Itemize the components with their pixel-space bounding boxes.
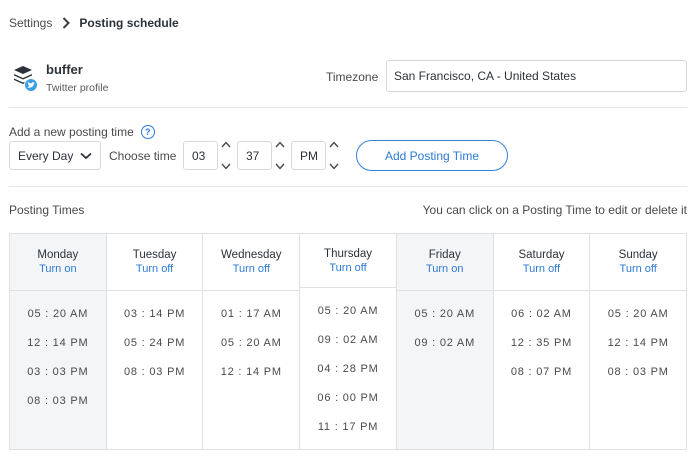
chevron-down-icon[interactable] <box>275 163 285 170</box>
time-list: 01 : 17 AM 05 : 20 AM 12 : 14 PM <box>203 291 299 394</box>
profile-type: Twitter profile <box>46 82 109 94</box>
posting-time[interactable]: 03 : 03 PM <box>27 365 88 394</box>
posting-time[interactable]: 12 : 14 PM <box>27 336 88 365</box>
posting-time[interactable]: 08 : 07 PM <box>511 365 572 394</box>
day-toggle-link[interactable]: Turn off <box>620 262 657 276</box>
minute-value: 37 <box>246 148 260 163</box>
chevron-right-icon <box>63 17 71 29</box>
ampm-input[interactable]: PM <box>291 141 326 170</box>
day-name: Wednesday <box>221 249 282 261</box>
day-header: Thursday Turn off <box>300 234 396 288</box>
divider <box>9 107 687 108</box>
posting-time[interactable]: 01 : 17 AM <box>221 307 282 336</box>
day-column-sunday: Sunday Turn off 05 : 20 AM 12 : 14 PM 08… <box>590 234 687 449</box>
chevron-down-icon[interactable] <box>329 163 339 170</box>
posting-time[interactable]: 06 : 00 PM <box>317 391 378 420</box>
posting-times-hint: You can click on a Posting Time to edit … <box>422 203 687 217</box>
posting-time[interactable]: 05 : 24 PM <box>124 336 185 365</box>
posting-time[interactable]: 05 : 20 AM <box>221 336 282 365</box>
posting-time[interactable]: 11 : 17 PM <box>318 420 378 449</box>
day-toggle-link[interactable]: Turn off <box>233 262 270 276</box>
posting-time[interactable]: 04 : 28 PM <box>317 362 378 391</box>
time-list: 03 : 14 PM 05 : 24 PM 08 : 03 PM <box>107 291 203 394</box>
day-header: Saturday Turn off <box>493 234 590 291</box>
posting-time[interactable]: 08 : 03 PM <box>27 394 88 423</box>
day-name: Monday <box>37 249 79 261</box>
day-header: Monday Turn on <box>10 234 106 291</box>
ampm-value: PM <box>300 148 318 163</box>
profile-header: buffer Twitter profile <box>12 60 108 96</box>
day-name: Sunday <box>618 249 658 261</box>
posting-times-label: Posting Times <box>9 203 85 217</box>
day-header: Friday Turn on <box>396 234 493 291</box>
day-column-friday: Friday Turn on 05 : 20 AM 09 : 02 AM <box>396 234 494 449</box>
day-toggle-link[interactable]: Turn on <box>39 262 77 276</box>
chevron-down-icon <box>80 152 92 159</box>
day-column-wednesday: Wednesday Turn off 01 : 17 AM 05 : 20 AM… <box>203 234 301 449</box>
divider <box>9 186 687 187</box>
posting-time[interactable]: 05 : 20 AM <box>318 304 379 333</box>
choose-time-label: Choose time <box>109 149 177 163</box>
breadcrumb-settings-link[interactable]: Settings <box>9 16 52 30</box>
add-posting-time-text: Add a new posting time <box>9 125 134 139</box>
hour-value: 03 <box>192 148 206 163</box>
minute-input[interactable]: 37 <box>237 141 272 170</box>
time-list: 05 : 20 AM 12 : 14 PM 03 : 03 PM 08 : 03… <box>10 291 106 423</box>
posting-time[interactable]: 05 : 20 AM <box>28 307 89 336</box>
day-header: Tuesday Turn off <box>106 234 203 291</box>
breadcrumb-current: Posting schedule <box>79 16 179 30</box>
day-name: Friday <box>428 249 461 261</box>
day-toggle-link[interactable]: Turn off <box>136 262 173 276</box>
day-column-thursday: Thursday Turn off 05 : 20 AM 09 : 02 AM … <box>300 234 397 449</box>
day-header: Wednesday Turn off <box>203 234 300 291</box>
hour-stepper[interactable] <box>219 141 233 170</box>
posting-time[interactable]: 12 : 14 PM <box>608 336 669 365</box>
minute-stepper[interactable] <box>273 141 287 170</box>
buffer-logo-icon <box>12 64 38 92</box>
help-icon[interactable]: ? <box>140 125 155 139</box>
posting-time[interactable]: 08 : 03 PM <box>124 365 185 394</box>
time-list: 05 : 20 AM 09 : 02 AM <box>397 291 493 365</box>
posting-time[interactable]: 06 : 02 AM <box>511 307 572 336</box>
ampm-stepper[interactable] <box>327 141 341 170</box>
add-posting-time-button[interactable]: Add Posting Time <box>356 140 508 171</box>
day-toggle-link[interactable]: Turn off <box>523 262 560 276</box>
timezone-label: Timezone <box>326 70 379 84</box>
timezone-input[interactable] <box>386 60 687 92</box>
breadcrumb: Settings Posting schedule <box>9 15 179 31</box>
posting-time[interactable]: 05 : 20 AM <box>608 307 669 336</box>
chevron-down-icon[interactable] <box>221 163 231 170</box>
day-name: Tuesday <box>132 249 177 261</box>
day-column-saturday: Saturday Turn off 06 : 02 AM 12 : 35 PM … <box>493 234 591 449</box>
day-toggle-link[interactable]: Turn on <box>426 262 464 276</box>
day-name: Saturday <box>518 249 565 261</box>
posting-time[interactable]: 05 : 20 AM <box>414 307 475 336</box>
day-select[interactable]: Every Day <box>9 141 101 170</box>
posting-time[interactable]: 09 : 02 AM <box>318 333 379 362</box>
posting-time[interactable]: 12 : 35 PM <box>511 336 572 365</box>
twitter-badge-icon <box>24 78 38 92</box>
add-posting-time-label: Add a new posting time ? <box>9 125 155 139</box>
posting-time[interactable]: 09 : 02 AM <box>414 336 475 365</box>
chevron-up-icon[interactable] <box>221 141 231 148</box>
time-list: 05 : 20 AM 12 : 14 PM 08 : 03 PM <box>590 291 686 394</box>
day-header: Sunday Turn off <box>590 234 687 291</box>
profile-name: buffer <box>46 62 83 77</box>
day-name: Thursday <box>324 247 372 260</box>
time-list: 05 : 20 AM 09 : 02 AM 04 : 28 PM 06 : 00… <box>300 288 396 449</box>
hour-input[interactable]: 03 <box>183 141 218 170</box>
posting-time[interactable]: 08 : 03 PM <box>608 365 669 394</box>
posting-time[interactable]: 03 : 14 PM <box>124 307 185 336</box>
day-toggle-link[interactable]: Turn off <box>329 261 366 275</box>
posting-time[interactable]: 12 : 14 PM <box>221 365 282 394</box>
chevron-up-icon[interactable] <box>275 141 285 148</box>
day-column-tuesday: Tuesday Turn off 03 : 14 PM 05 : 24 PM 0… <box>106 234 204 449</box>
chevron-up-icon[interactable] <box>329 141 339 148</box>
time-list: 06 : 02 AM 12 : 35 PM 08 : 07 PM <box>494 291 590 394</box>
posting-schedule-grid: Monday Turn on 05 : 20 AM 12 : 14 PM 03 … <box>9 233 687 450</box>
day-column-monday: Monday Turn on 05 : 20 AM 12 : 14 PM 03 … <box>10 234 107 449</box>
day-select-value: Every Day <box>18 148 74 163</box>
